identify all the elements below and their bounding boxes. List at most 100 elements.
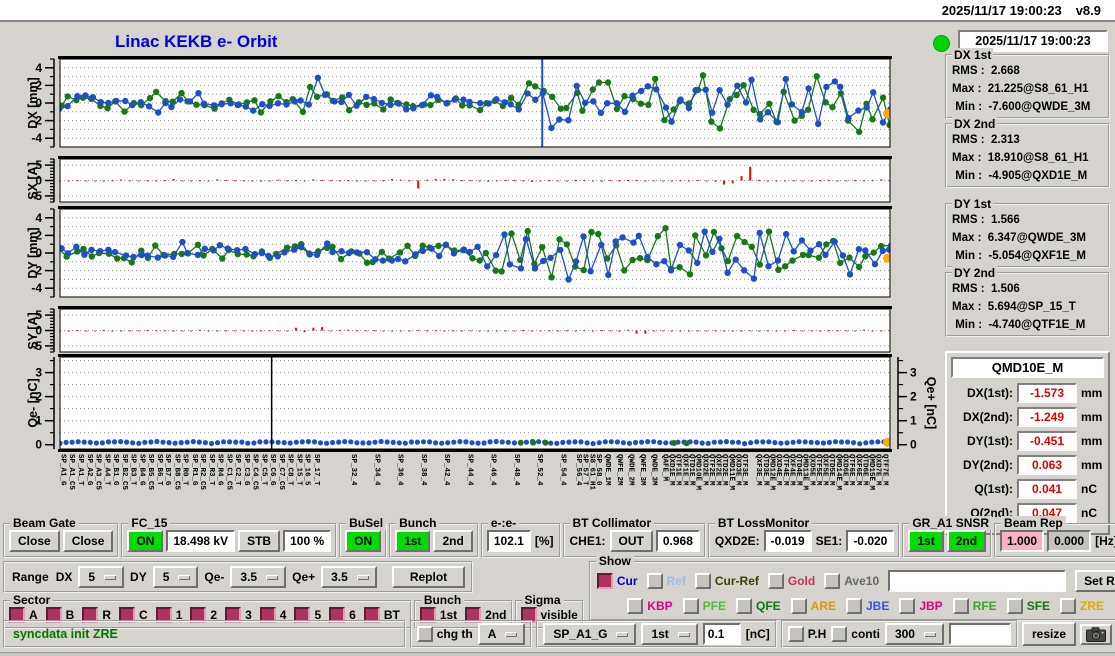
che1-out-button[interactable]: OUT — [609, 530, 653, 552]
svg-text:SX [A]: SX [A] — [26, 162, 40, 200]
busel-group: BuSel ON — [339, 516, 388, 558]
show-jbp-checkbox[interactable]: JBP — [899, 598, 943, 614]
set-ref-input[interactable] — [888, 570, 1067, 592]
svg-text:4: 4 — [35, 61, 42, 75]
range-qem-select[interactable]: 3.5 — [230, 566, 287, 588]
show-sfe-checkbox[interactable]: SFE — [1006, 598, 1050, 614]
monitor-row: DX(1st): -1.573 mm — [951, 383, 1104, 403]
show-ave10-label: Ave10 — [844, 574, 880, 588]
show-gold-label: Gold — [787, 574, 816, 588]
set-ref-button[interactable]: Set Ref — [1075, 570, 1115, 592]
show-ave10-checkbox[interactable]: Ave10 — [824, 573, 879, 589]
show-cur-ref-checkbox[interactable]: Cur-Ref — [694, 573, 759, 589]
fc15-group: FC_15 ON 18.498 kV STB 100 % — [121, 516, 338, 558]
control-row-1: Beam Gate Close Close FC_15 ON 18.498 kV… — [0, 516, 1115, 558]
svg-text:SP_36_4: SP_36_4 — [396, 454, 404, 486]
fc15-stb-button[interactable]: STB — [238, 530, 281, 552]
window-titlebar: 2025/11/17 19:00:23 v8.9 — [0, 0, 1115, 22]
count-select[interactable]: 300 — [884, 623, 944, 645]
show-are-checkbox[interactable]: ARE — [790, 598, 836, 614]
gra1-1st-button[interactable]: 1st — [908, 530, 944, 552]
che1-value: 0.968 — [655, 530, 700, 552]
linac-orbit-window: { "window": { "clock": "2025/11/17 19:00… — [0, 0, 1115, 656]
chg-th-checkbox[interactable]: chg th — [416, 626, 473, 642]
range-dy-select[interactable]: 5 — [152, 566, 199, 588]
bunch-label: Bunch — [396, 516, 440, 530]
window-bottom-edge — [0, 652, 1115, 656]
range-bar: Range DX 5 DY 5 Qe- 3.5 Qe+ 3.5 Replot — [3, 561, 474, 593]
beam-rep-value-1: 1.000 — [1000, 530, 1045, 552]
range-label: Range — [12, 570, 49, 584]
svg-text:SP_B1_G: SP_B1_G — [111, 454, 119, 486]
min-value: -4.905@QXD1E_M — [988, 170, 1088, 182]
beam-gate-close2-button[interactable]: Close — [62, 530, 114, 552]
svg-text:SP_A2_G: SP_A2_G — [85, 454, 93, 486]
checkbox-icon — [899, 598, 916, 614]
svg-text:SP_R2_C5: SP_R2_C5 — [198, 454, 206, 491]
svg-text:SP_C1_C5: SP_C1_C5 — [225, 454, 233, 491]
monitor-select-group: SP_A1_G 1st [nC] — [536, 620, 777, 648]
stats-dx-2nd: DX 2nd RMS : 2.313 Max : 18.910@S8_61_H1… — [945, 117, 1110, 188]
orbit-plots: -4 -2 0 2 4 DX [mm] -5 0 5 SX [A] -4 -2 0 2 4 DY [mm] -5… — [22, 54, 938, 516]
dx1-value: -1.573 — [1017, 383, 1077, 403]
monitor-row: DY(2nd): 0.063 mm — [951, 455, 1104, 475]
svg-text:SP_A1_C5: SP_A1_C5 — [67, 454, 75, 491]
gr-a1-snsr-label: GR_A1 SNSR — [909, 516, 993, 530]
svg-text:SP_A1_T: SP_A1_T — [76, 454, 84, 486]
rms-value: 1.566 — [990, 214, 1020, 226]
svg-text:SP_B2_C5: SP_B2_C5 — [120, 454, 128, 491]
show-kbp-label: KBP — [647, 599, 673, 613]
checkbox-icon — [627, 598, 644, 614]
ee-ratio-group: e-:e- 102.1 [%] — [480, 516, 561, 558]
count-input[interactable] — [948, 623, 1011, 645]
bunch-group: Bunch 1st 2nd — [389, 516, 479, 558]
fc15-label: FC_15 — [128, 516, 171, 530]
show-qfe-checkbox[interactable]: QFE — [735, 598, 781, 614]
range-dx-label: DX — [55, 570, 73, 584]
bunch-select[interactable]: 1st — [641, 623, 698, 645]
show-ref-checkbox[interactable]: Ref — [646, 573, 686, 589]
bunch-2nd-button[interactable]: 2nd — [433, 530, 473, 552]
show-gold-checkbox[interactable]: Gold — [767, 573, 816, 589]
monitor-row: Q(1st): 0.041 nC — [951, 479, 1104, 499]
svg-text:SP_C7_C5: SP_C7_C5 — [277, 454, 285, 491]
show-group: Show Cur Ref Cur-Ref Gold Ave10 Set Ref KBP P… — [588, 554, 1115, 621]
range-qep-select[interactable]: 3.5 — [321, 566, 377, 588]
svg-text:SP_A4_T: SP_A4_T — [103, 454, 111, 486]
resize-button[interactable]: resize — [1021, 622, 1076, 646]
bt-collimator-group: BT Collimator CHE1: OUT 0.968 — [562, 516, 706, 558]
show-jbe-checkbox[interactable]: JBE — [846, 598, 889, 614]
show-zre-checkbox[interactable]: ZRE — [1060, 598, 1104, 614]
range-dx-select[interactable]: 5 — [78, 566, 125, 588]
svg-text:4: 4 — [35, 211, 42, 225]
show-cur-checkbox[interactable]: Cur — [596, 573, 638, 589]
chg-th-select[interactable]: A — [477, 623, 526, 645]
show-jbe-label: JBE — [866, 599, 890, 613]
svg-text:QWDE_3M: QWDE_3M — [650, 454, 658, 486]
beam-gate-close1-button[interactable]: Close — [9, 530, 60, 552]
min-value: -4.740@QTF1E_M — [988, 319, 1086, 331]
show-pfe-checkbox[interactable]: PFE — [682, 598, 726, 614]
fc15-on-button[interactable]: ON — [127, 530, 164, 552]
svg-text:SP_R3_T: SP_R3_T — [207, 454, 215, 486]
beam-gate-label: Beam Gate — [10, 516, 79, 530]
checkbox-icon — [1060, 598, 1077, 614]
svg-text:SP_15_T: SP_15_T — [294, 454, 302, 486]
conti-checkbox[interactable]: conti — [831, 626, 880, 642]
monitor-select[interactable]: SP_A1_G — [543, 623, 637, 645]
stats-title: DY 1st — [952, 197, 994, 211]
bunch-1st-button[interactable]: 1st — [395, 530, 431, 552]
svg-text:SP_R0_T: SP_R0_T — [181, 454, 189, 486]
checkbox-icon — [846, 598, 862, 614]
ph-checkbox[interactable]: P.H — [787, 626, 826, 642]
threshold-input[interactable] — [702, 623, 741, 645]
screenshot-button[interactable] — [1080, 623, 1112, 645]
acquisition-group: P.H conti 300 — [780, 620, 1018, 648]
show-rfe-checkbox[interactable]: RFE — [952, 598, 997, 614]
gra1-2nd-button[interactable]: 2nd — [946, 530, 987, 552]
replot-button[interactable]: Replot — [391, 566, 466, 588]
bt-lossmonitor-group: BT LossMonitor QXD2E: -0.019 SE1: -0.020 — [707, 516, 901, 558]
busel-on-button[interactable]: ON — [345, 530, 382, 552]
show-zre-label: ZRE — [1080, 599, 1105, 613]
show-kbp-checkbox[interactable]: KBP — [627, 598, 673, 614]
